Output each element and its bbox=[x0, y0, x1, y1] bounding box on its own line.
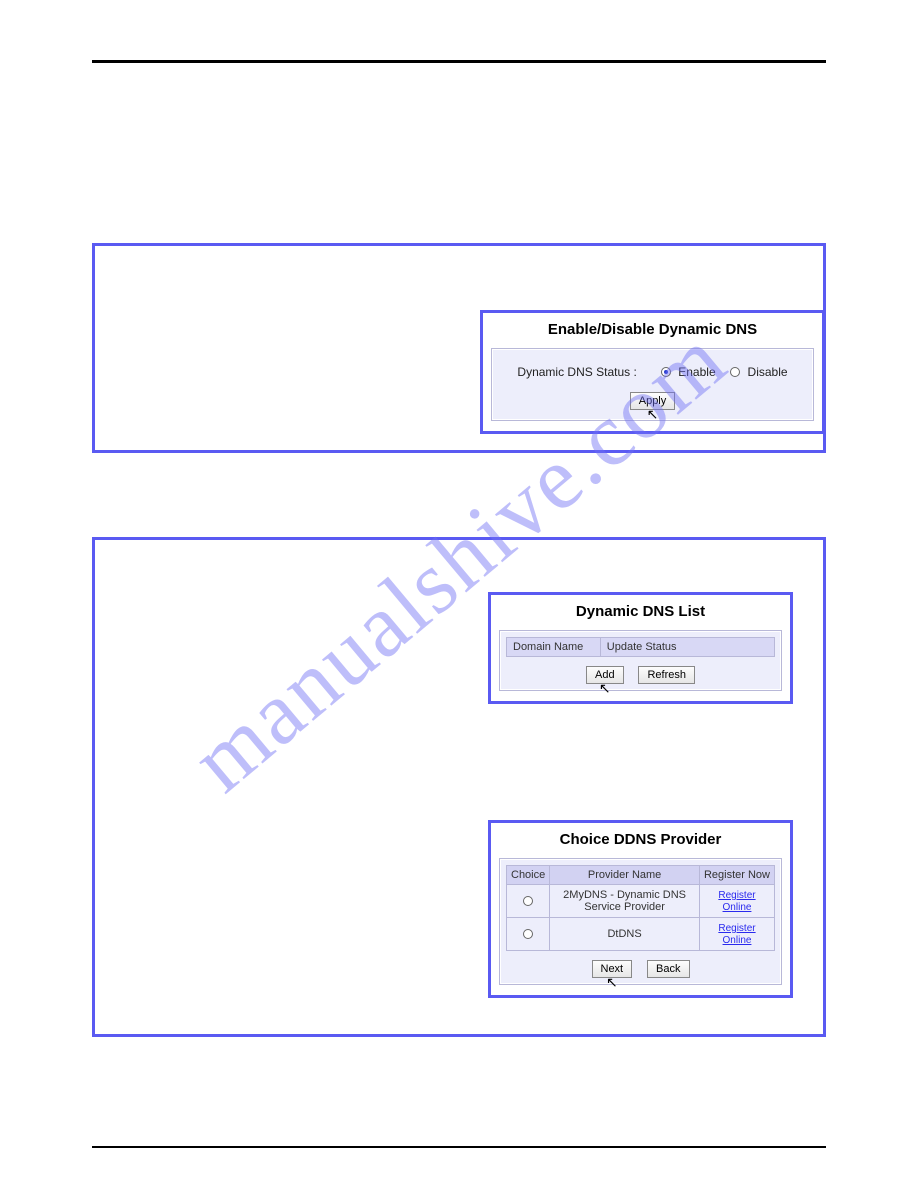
radio-choice-icon[interactable] bbox=[523, 896, 533, 906]
choice-provider-frame: Choice Provider Name Register Now 2MyDNS… bbox=[499, 858, 782, 985]
cursor-icon: ↖ bbox=[647, 407, 659, 421]
table-row: DtDNS Register Online bbox=[507, 918, 775, 951]
col-update-status: Update Status bbox=[600, 638, 774, 657]
radio-disable-label: Disable bbox=[748, 365, 788, 379]
radio-choice-icon[interactable] bbox=[523, 929, 533, 939]
col-provider-name: Provider Name bbox=[550, 866, 700, 885]
footer-divider bbox=[92, 1146, 826, 1148]
ddns-list-title: Dynamic DNS List bbox=[491, 595, 790, 630]
panel-ddns-list-provider: Dynamic DNS List Domain Name Update Stat… bbox=[92, 537, 826, 1037]
screenshot-choice-provider: Choice DDNS Provider Choice Provider Nam… bbox=[488, 820, 793, 998]
screenshot-enable-ddns: Enable/Disable Dynamic DNS Dynamic DNS S… bbox=[480, 310, 825, 434]
panel-enable-ddns: Enable/Disable Dynamic DNS Dynamic DNS S… bbox=[92, 243, 826, 453]
blank-area-top bbox=[92, 123, 826, 243]
provider-table: Choice Provider Name Register Now 2MyDNS… bbox=[506, 865, 775, 951]
col-choice: Choice bbox=[507, 866, 550, 885]
header-divider bbox=[92, 60, 826, 63]
gap-1 bbox=[92, 489, 826, 537]
refresh-button[interactable]: Refresh bbox=[638, 666, 695, 684]
ddns-list-table: Domain Name Update Status bbox=[506, 637, 775, 657]
register-link[interactable]: Register Online bbox=[718, 923, 755, 946]
table-row: 2MyDNS - Dynamic DNS Service Provider Re… bbox=[507, 885, 775, 918]
register-link[interactable]: Register Online bbox=[718, 890, 755, 913]
table-row: Choice Provider Name Register Now bbox=[507, 866, 775, 885]
cursor-icon: ↖ bbox=[606, 975, 618, 989]
radio-disable-icon[interactable] bbox=[730, 367, 740, 377]
provider-cell: 2MyDNS - Dynamic DNS Service Provider bbox=[550, 885, 700, 918]
col-register-now: Register Now bbox=[699, 866, 774, 885]
next-button[interactable]: Next ↖ bbox=[592, 960, 633, 978]
page-container: Enable/Disable Dynamic DNS Dynamic DNS S… bbox=[0, 0, 918, 1103]
table-row: Domain Name Update Status bbox=[507, 638, 775, 657]
radio-enable-label: Enable bbox=[678, 365, 715, 379]
screenshot-ddns-list: Dynamic DNS List Domain Name Update Stat… bbox=[488, 592, 793, 704]
cursor-icon: ↖ bbox=[599, 681, 611, 695]
back-button-label: Back bbox=[656, 963, 680, 975]
radio-enable-icon[interactable] bbox=[661, 367, 671, 377]
ddns-list-frame: Domain Name Update Status Add ↖ Refresh bbox=[499, 630, 782, 691]
enable-ddns-title: Enable/Disable Dynamic DNS bbox=[483, 313, 822, 348]
back-button[interactable]: Back bbox=[647, 960, 689, 978]
refresh-button-label: Refresh bbox=[647, 669, 686, 681]
add-button[interactable]: Add ↖ bbox=[586, 666, 624, 684]
choice-provider-title: Choice DDNS Provider bbox=[491, 823, 790, 858]
ddns-status-label: Dynamic DNS Status : bbox=[517, 365, 636, 379]
provider-cell: DtDNS bbox=[550, 918, 700, 951]
col-domain-name: Domain Name bbox=[507, 638, 601, 657]
apply-button[interactable]: Apply ↖ bbox=[630, 392, 676, 410]
enable-ddns-frame: Dynamic DNS Status : Enable Disable Appl… bbox=[491, 348, 814, 421]
